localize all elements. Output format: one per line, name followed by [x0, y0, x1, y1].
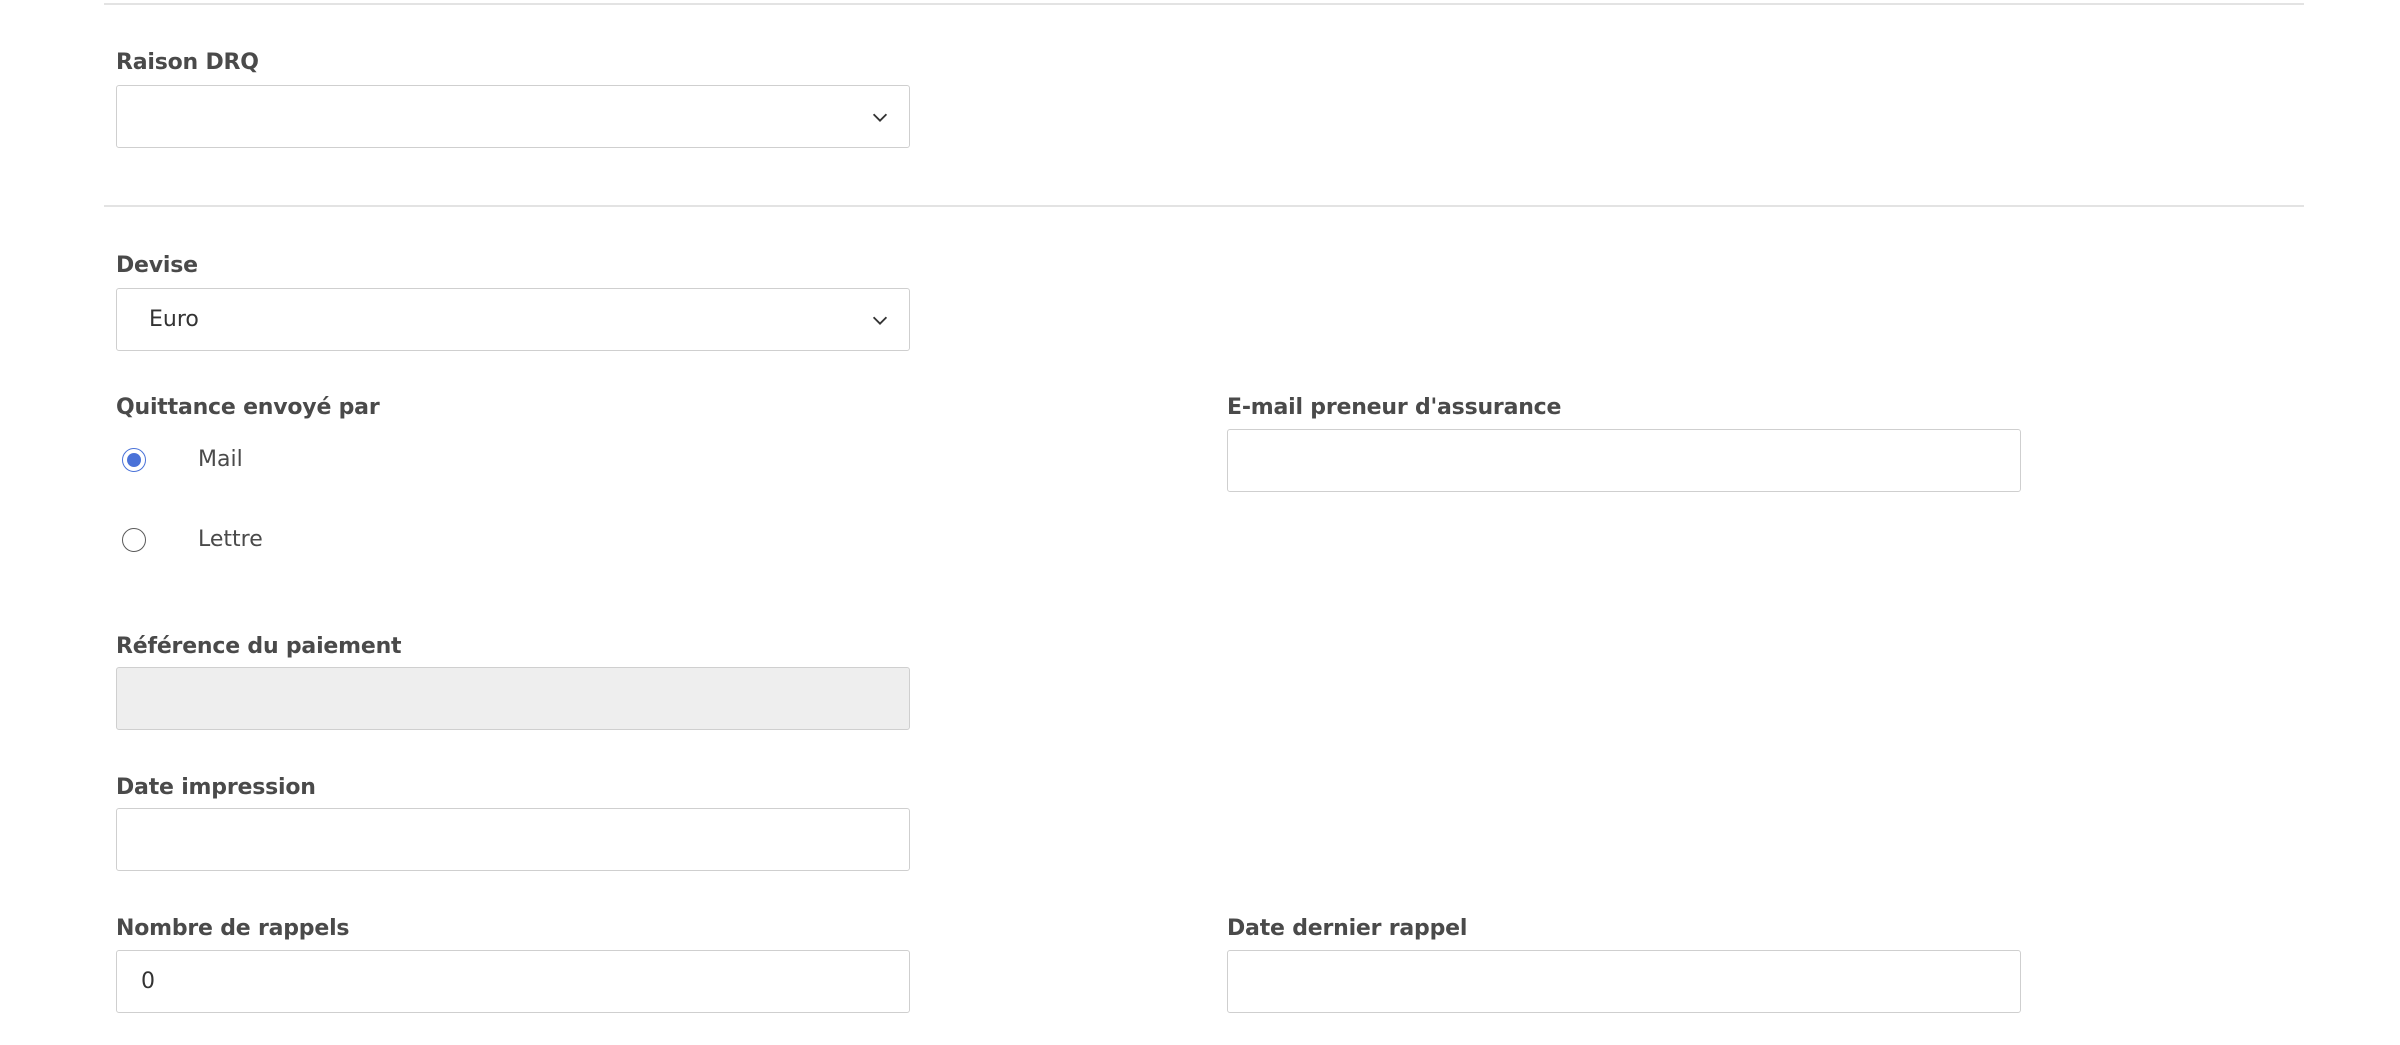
- date-impression-label: Date impression: [116, 775, 316, 800]
- reference-paiement-input: [116, 667, 910, 730]
- devise-label: Devise: [116, 253, 198, 278]
- radio-option-lettre[interactable]: Lettre: [122, 527, 263, 552]
- radio-mail[interactable]: [122, 447, 146, 472]
- devise-value: Euro: [149, 307, 199, 332]
- date-impression-input[interactable]: [116, 808, 910, 871]
- radio-lettre[interactable]: [122, 527, 146, 552]
- raison-drq-select[interactable]: [116, 85, 910, 148]
- nombre-rappels-label: Nombre de rappels: [116, 916, 350, 941]
- radio-lettre-label: Lettre: [198, 527, 263, 552]
- raison-drq-label: Raison DRQ: [116, 50, 259, 75]
- form-page: Raison DRQ Devise Euro Quittance envoyé …: [0, 0, 2400, 1045]
- devise-select[interactable]: Euro: [116, 288, 910, 351]
- date-dernier-rappel-input[interactable]: [1227, 950, 2021, 1013]
- quittance-label: Quittance envoyé par: [116, 395, 380, 420]
- section-divider: [104, 205, 2304, 207]
- radio-option-mail[interactable]: Mail: [122, 447, 243, 472]
- nombre-rappels-input[interactable]: [116, 950, 910, 1013]
- top-divider: [104, 3, 2304, 5]
- chevron-down-icon: [872, 113, 888, 122]
- email-preneur-label: E-mail preneur d'assurance: [1227, 395, 1562, 420]
- date-dernier-rappel-label: Date dernier rappel: [1227, 916, 1468, 941]
- chevron-down-icon: [872, 316, 888, 325]
- radio-dot: [127, 452, 141, 467]
- reference-paiement-label: Référence du paiement: [116, 634, 402, 659]
- radio-mail-label: Mail: [198, 447, 243, 472]
- email-preneur-input[interactable]: [1227, 429, 2021, 492]
